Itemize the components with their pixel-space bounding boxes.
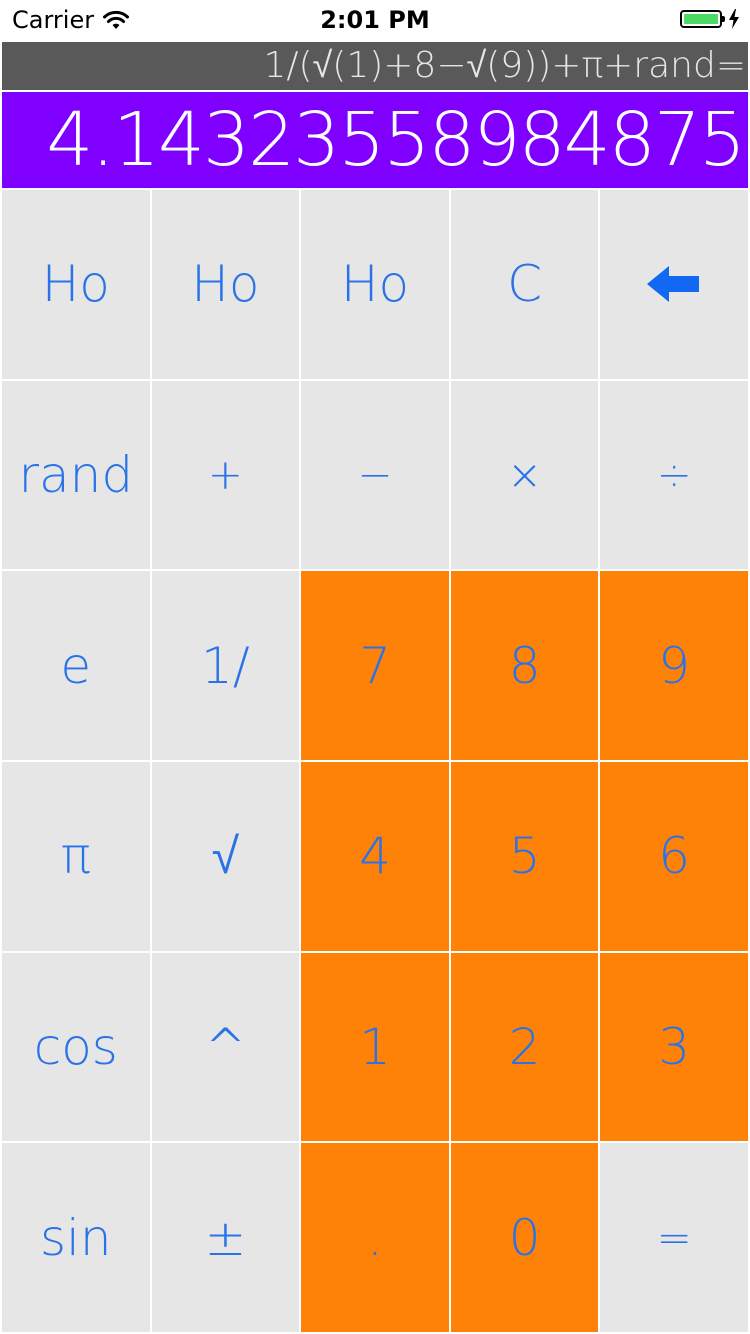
key-pi[interactable]: π (2, 762, 150, 951)
key-backspace[interactable] (600, 190, 748, 379)
key-power[interactable]: ^ (151, 952, 300, 1142)
expression-display: 1/(√(1)+8−√(9))+π+rand= (2, 42, 748, 90)
key-equals[interactable]: = (600, 1143, 748, 1332)
key-9[interactable]: 9 (600, 571, 748, 760)
status-bar: Carrier 2:01 PM (0, 0, 750, 40)
key-add[interactable]: + (151, 380, 300, 570)
key-subtract[interactable]: − (301, 380, 449, 570)
key-6[interactable]: 6 (600, 762, 748, 951)
key-multiply[interactable]: × (450, 380, 599, 570)
key-ho-2[interactable]: Ho (151, 190, 300, 379)
back-arrow-icon (647, 266, 700, 303)
key-8[interactable]: 8 (450, 571, 599, 760)
charging-bolt-icon (729, 9, 739, 29)
key-rand[interactable]: rand (2, 380, 150, 570)
key-2[interactable]: 2 (450, 952, 599, 1142)
battery-group (680, 9, 740, 29)
key-1[interactable]: 1 (301, 952, 449, 1142)
key-reciprocal[interactable]: 1/ (151, 571, 300, 760)
key-cos[interactable]: cos (2, 952, 150, 1142)
key-sqrt[interactable]: √ (151, 762, 300, 951)
key-ho-1[interactable]: Ho (2, 190, 150, 379)
key-0[interactable]: 0 (450, 1143, 599, 1332)
key-5[interactable]: 5 (450, 762, 599, 951)
key-7[interactable]: 7 (301, 571, 449, 760)
keypad: Ho Ho Ho C rand + − × ÷ e 1/ 7 8 9 π √ 4… (0, 190, 750, 1334)
key-decimal[interactable]: . (301, 1143, 449, 1332)
result-display: 4.1432355898487​5 (2, 92, 748, 188)
key-e[interactable]: e (2, 571, 150, 760)
key-ho-3[interactable]: Ho (301, 190, 449, 379)
key-plus-minus[interactable]: ± (151, 1143, 300, 1332)
battery-icon (680, 10, 725, 28)
key-3[interactable]: 3 (600, 952, 748, 1142)
key-4[interactable]: 4 (301, 762, 449, 951)
key-sin[interactable]: sin (2, 1143, 150, 1332)
status-time: 2:01 PM (320, 6, 430, 34)
key-clear[interactable]: C (450, 190, 599, 379)
key-divide[interactable]: ÷ (600, 380, 748, 570)
